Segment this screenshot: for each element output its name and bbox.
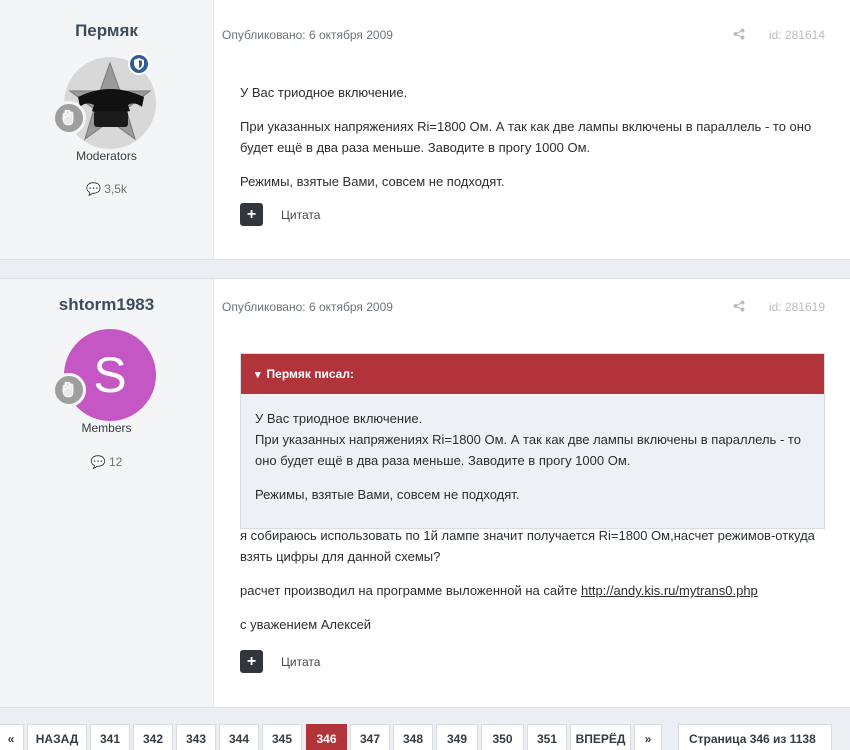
- share-icon[interactable]: [733, 28, 745, 43]
- author-panel: Пермяк Moderators 💬 3,5k: [0, 0, 214, 259]
- post-date[interactable]: Опубликовано: 6 октября 2009: [222, 28, 393, 42]
- post-count-value: 3,5k: [104, 182, 127, 196]
- pagination: « НАЗАД 341 342 343 344 345 346 347 348 …: [0, 724, 850, 750]
- page-341[interactable]: 341: [90, 724, 130, 750]
- quote-lines: У Вас триодное включение. При указанных н…: [255, 408, 810, 471]
- share-icon[interactable]: [733, 300, 745, 315]
- quote-label[interactable]: Цитата: [281, 655, 320, 669]
- author-group: Members: [81, 421, 132, 435]
- quote-block: ▾ Пермяк писал: У Вас триодное включение.…: [240, 353, 825, 529]
- plus-icon[interactable]: +: [240, 203, 263, 226]
- quote-line: У Вас триодное включение.: [255, 411, 423, 426]
- author-panel: shtorm1983 S Members 💬 12: [0, 279, 214, 707]
- page-jump-label: Страница 346 из 1138: [689, 732, 816, 746]
- prev-page-button[interactable]: НАЗАД: [27, 724, 87, 750]
- external-link[interactable]: http://andy.kis.ru/mytrans0.php: [581, 583, 758, 598]
- page-346-current[interactable]: 346: [306, 724, 347, 750]
- page-344[interactable]: 344: [219, 724, 259, 750]
- page-348[interactable]: 348: [393, 724, 433, 750]
- post-content: Опубликовано: 6 октября 2009 id: 281614 …: [222, 0, 825, 259]
- page-343[interactable]: 343: [176, 724, 216, 750]
- rank-badge-icon: [52, 373, 86, 407]
- page-345[interactable]: 345: [262, 724, 302, 750]
- author-name[interactable]: Пермяк: [0, 21, 213, 41]
- post-count-value: 12: [108, 455, 123, 469]
- author-name[interactable]: shtorm1983: [0, 295, 213, 315]
- post-paragraph-with-link: расчет производил на программе выложенно…: [240, 580, 825, 601]
- quote-button[interactable]: + Цитата: [240, 650, 320, 673]
- post-paragraph: При указанных напряжениях Ri=1800 Ом. А …: [240, 119, 812, 155]
- avatar-container: S: [52, 329, 156, 421]
- page-350[interactable]: 350: [481, 724, 524, 750]
- post-body: У Вас триодное включение. При указанных …: [240, 82, 825, 205]
- plus-icon[interactable]: +: [240, 650, 263, 673]
- post-count[interactable]: 💬 12: [0, 455, 213, 469]
- chevron-down-icon[interactable]: ▾: [255, 355, 261, 395]
- moderator-shield-icon: [128, 53, 150, 75]
- post-paragraph: с уважением Алексей: [240, 617, 372, 632]
- quote-line: При указанных напряжениях Ri=1800 Ом. А …: [255, 432, 801, 468]
- author-group: Moderators: [76, 149, 137, 163]
- quote-button[interactable]: + Цитата: [240, 203, 320, 226]
- quote-label[interactable]: Цитата: [281, 208, 320, 222]
- first-page-button[interactable]: «: [0, 724, 24, 750]
- post-paragraph: Режимы, взятые Вами, совсем не подходят.: [240, 174, 505, 189]
- post-281614: Пермяк Moderators 💬 3,5k Опубликовано: 6…: [0, 0, 850, 260]
- page-351[interactable]: 351: [527, 724, 567, 750]
- page-349[interactable]: 349: [436, 724, 478, 750]
- paragraph-text: расчет производил на программе выложенно…: [240, 583, 581, 598]
- avatar-container: [52, 53, 156, 149]
- post-count[interactable]: 💬 3,5k: [0, 182, 213, 196]
- quote-header[interactable]: ▾ Пермяк писал:: [241, 354, 824, 394]
- post-body: я собираюсь использовать по 1й лампе зна…: [240, 525, 825, 648]
- page-342[interactable]: 342: [133, 724, 173, 750]
- post-paragraph: У Вас триодное включение.: [240, 85, 408, 100]
- page-jump-dropdown[interactable]: Страница 346 из 1138 ▼: [678, 724, 832, 750]
- post-id[interactable]: id: 281619: [769, 300, 825, 314]
- post-content: Опубликовано: 6 октября 2009 id: 281619 …: [222, 279, 825, 707]
- post-id[interactable]: id: 281614: [769, 28, 825, 42]
- comment-icon: 💬: [86, 182, 101, 196]
- comment-icon: 💬: [90, 455, 106, 469]
- post-281619: shtorm1983 S Members 💬 12 Опубликовано: …: [0, 278, 850, 708]
- page-347[interactable]: 347: [350, 724, 390, 750]
- last-page-button[interactable]: »: [634, 724, 662, 750]
- post-paragraph: я собираюсь использовать по 1й лампе зна…: [240, 528, 815, 564]
- quote-line: Режимы, взятые Вами, совсем не подходят.: [255, 487, 520, 502]
- quote-header-text: Пермяк писал:: [266, 367, 354, 381]
- quote-body: У Вас триодное включение. При указанных н…: [241, 394, 824, 528]
- post-date[interactable]: Опубликовано: 6 октября 2009: [222, 300, 393, 314]
- next-page-button[interactable]: ВПЕРЁД: [570, 724, 631, 750]
- rank-badge-icon: [52, 101, 86, 135]
